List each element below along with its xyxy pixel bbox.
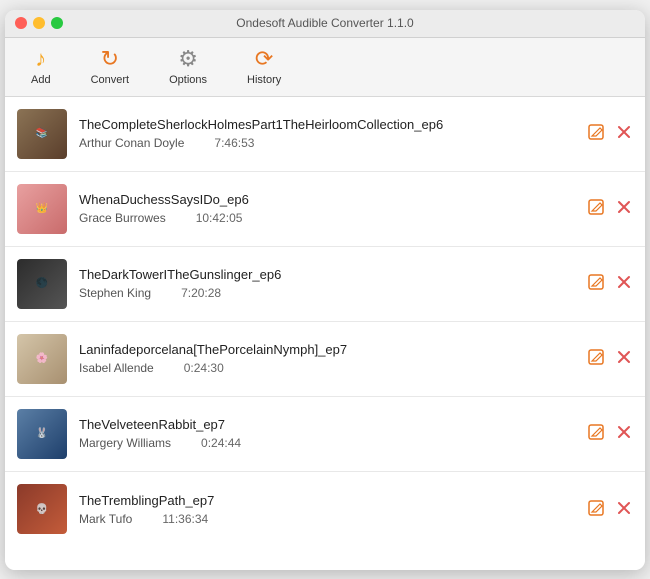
edit-button[interactable] bbox=[587, 198, 605, 219]
toolbar-convert[interactable]: ↻ Convert bbox=[81, 44, 140, 90]
album-art-icon: 💀 bbox=[17, 484, 67, 534]
list-item: 📚 TheCompleteSherlockHolmesPart1TheHeirl… bbox=[5, 97, 645, 172]
window-title: Ondesoft Audible Converter 1.1.0 bbox=[236, 16, 413, 30]
convert-icon: ↻ bbox=[101, 48, 119, 70]
item-info: TheCompleteSherlockHolmesPart1TheHeirloo… bbox=[79, 117, 575, 150]
book-author: Isabel Allende bbox=[79, 361, 154, 375]
book-duration: 11:36:34 bbox=[162, 512, 208, 526]
album-art: 🌑 bbox=[17, 259, 67, 309]
album-art: 👑 bbox=[17, 184, 67, 234]
album-art-icon: 🌸 bbox=[17, 334, 67, 384]
item-actions bbox=[587, 348, 633, 369]
close-button[interactable] bbox=[15, 17, 27, 29]
add-icon: ♪ bbox=[35, 48, 46, 70]
item-actions bbox=[587, 123, 633, 144]
book-title: Laninfadeporcelana[ThePorcelainNymph]_ep… bbox=[79, 342, 575, 357]
history-icon: ⟳ bbox=[255, 48, 273, 70]
book-title: WhenaDuchessSaysIDo_ep6 bbox=[79, 192, 575, 207]
book-author: Arthur Conan Doyle bbox=[79, 136, 184, 150]
traffic-lights bbox=[15, 17, 63, 29]
delete-button[interactable] bbox=[615, 348, 633, 369]
options-label: Options bbox=[169, 74, 207, 86]
book-duration: 7:20:28 bbox=[181, 286, 221, 300]
list-item: 🌸 Laninfadeporcelana[ThePorcelainNymph]_… bbox=[5, 322, 645, 397]
book-title: TheDarkTowerITheGunslinger_ep6 bbox=[79, 267, 575, 282]
item-info: TheDarkTowerITheGunslinger_ep6 Stephen K… bbox=[79, 267, 575, 300]
item-info: WhenaDuchessSaysIDo_ep6 Grace Burrowes 1… bbox=[79, 192, 575, 225]
edit-button[interactable] bbox=[587, 273, 605, 294]
add-label: Add bbox=[31, 74, 51, 86]
delete-button[interactable] bbox=[615, 273, 633, 294]
delete-button[interactable] bbox=[615, 499, 633, 520]
history-label: History bbox=[247, 74, 281, 86]
book-title: TheCompleteSherlockHolmesPart1TheHeirloo… bbox=[79, 117, 575, 132]
options-icon: ⚙ bbox=[178, 48, 198, 70]
book-author: Mark Tufo bbox=[79, 512, 132, 526]
toolbar-options[interactable]: ⚙ Options bbox=[159, 44, 217, 90]
title-bar: Ondesoft Audible Converter 1.1.0 bbox=[5, 10, 645, 38]
list-item: 💀 TheTremblingPath_ep7 Mark Tufo 11:36:3… bbox=[5, 472, 645, 547]
delete-button[interactable] bbox=[615, 423, 633, 444]
item-meta: Margery Williams 0:24:44 bbox=[79, 436, 575, 450]
toolbar: ♪ Add ↻ Convert ⚙ Options ⟳ History bbox=[5, 38, 645, 97]
delete-button[interactable] bbox=[615, 123, 633, 144]
list-item: 🌑 TheDarkTowerITheGunslinger_ep6 Stephen… bbox=[5, 247, 645, 322]
book-duration: 0:24:30 bbox=[184, 361, 224, 375]
album-art-icon: 🐰 bbox=[17, 409, 67, 459]
item-actions bbox=[587, 273, 633, 294]
book-title: TheTremblingPath_ep7 bbox=[79, 493, 575, 508]
album-art: 💀 bbox=[17, 484, 67, 534]
app-window: Ondesoft Audible Converter 1.1.0 ♪ Add ↻… bbox=[5, 10, 645, 570]
item-meta: Isabel Allende 0:24:30 bbox=[79, 361, 575, 375]
item-meta: Grace Burrowes 10:42:05 bbox=[79, 211, 575, 225]
item-meta: Arthur Conan Doyle 7:46:53 bbox=[79, 136, 575, 150]
item-meta: Mark Tufo 11:36:34 bbox=[79, 512, 575, 526]
convert-label: Convert bbox=[91, 74, 130, 86]
edit-button[interactable] bbox=[587, 423, 605, 444]
book-author: Stephen King bbox=[79, 286, 151, 300]
book-duration: 7:46:53 bbox=[214, 136, 254, 150]
edit-button[interactable] bbox=[587, 123, 605, 144]
item-info: TheVelveteenRabbit_ep7 Margery Williams … bbox=[79, 417, 575, 450]
item-meta: Stephen King 7:20:28 bbox=[79, 286, 575, 300]
book-duration: 10:42:05 bbox=[196, 211, 243, 225]
book-author: Grace Burrowes bbox=[79, 211, 166, 225]
book-list: 📚 TheCompleteSherlockHolmesPart1TheHeirl… bbox=[5, 97, 645, 570]
item-actions bbox=[587, 499, 633, 520]
toolbar-add[interactable]: ♪ Add bbox=[21, 44, 61, 90]
book-duration: 0:24:44 bbox=[201, 436, 241, 450]
item-actions bbox=[587, 423, 633, 444]
maximize-button[interactable] bbox=[51, 17, 63, 29]
item-info: TheTremblingPath_ep7 Mark Tufo 11:36:34 bbox=[79, 493, 575, 526]
album-art: 🐰 bbox=[17, 409, 67, 459]
book-author: Margery Williams bbox=[79, 436, 171, 450]
book-title: TheVelveteenRabbit_ep7 bbox=[79, 417, 575, 432]
list-item: 👑 WhenaDuchessSaysIDo_ep6 Grace Burrowes… bbox=[5, 172, 645, 247]
item-info: Laninfadeporcelana[ThePorcelainNymph]_ep… bbox=[79, 342, 575, 375]
album-art-icon: 👑 bbox=[17, 184, 67, 234]
edit-button[interactable] bbox=[587, 348, 605, 369]
album-art-icon: 📚 bbox=[17, 109, 67, 159]
album-art: 🌸 bbox=[17, 334, 67, 384]
delete-button[interactable] bbox=[615, 198, 633, 219]
toolbar-history[interactable]: ⟳ History bbox=[237, 44, 291, 90]
edit-button[interactable] bbox=[587, 499, 605, 520]
minimize-button[interactable] bbox=[33, 17, 45, 29]
item-actions bbox=[587, 198, 633, 219]
album-art: 📚 bbox=[17, 109, 67, 159]
album-art-icon: 🌑 bbox=[17, 259, 67, 309]
list-item: 🐰 TheVelveteenRabbit_ep7 Margery William… bbox=[5, 397, 645, 472]
